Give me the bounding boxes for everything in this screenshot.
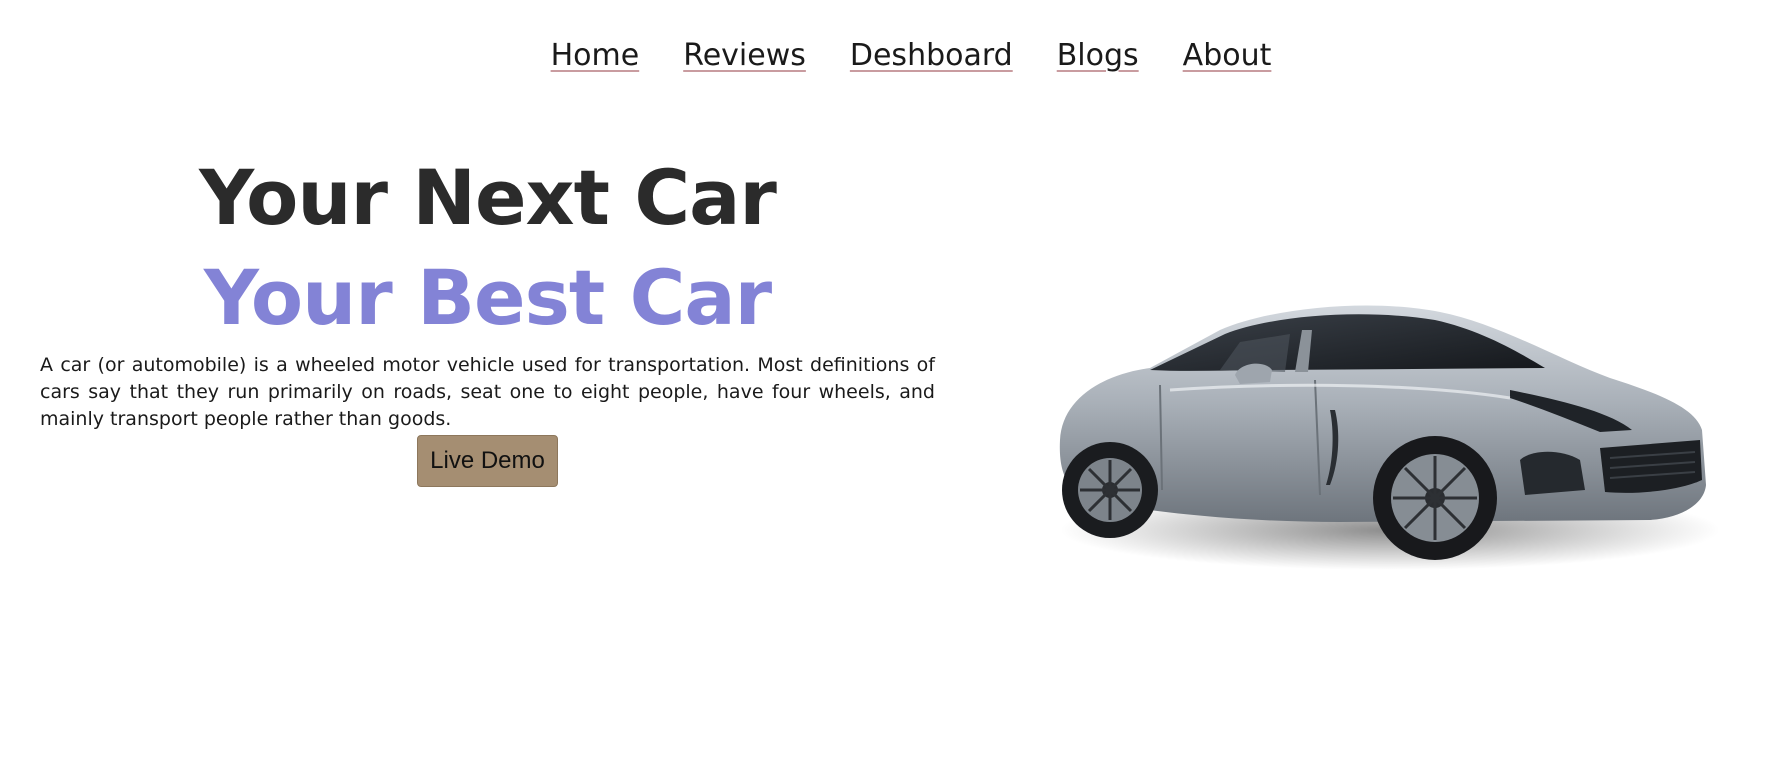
landing-page: Home Reviews Deshboard Blogs About Your … [0, 0, 1781, 772]
car-image [1040, 290, 1720, 580]
live-demo-button[interactable]: Live Demo [417, 435, 558, 487]
nav-link-reviews[interactable]: Reviews [683, 38, 806, 73]
hero-description: A car (or automobile) is a wheeled motor… [40, 354, 935, 430]
car-illustration [1059, 305, 1720, 570]
nav-link-blogs[interactable]: Blogs [1057, 38, 1139, 73]
nav-link-home[interactable]: Home [551, 38, 640, 73]
nav-link-about[interactable]: About [1183, 38, 1272, 73]
button-row: Live Demo [40, 435, 935, 487]
hero-title: Your Next Car [199, 153, 777, 242]
nav-link-deshboard[interactable]: Deshboard [850, 38, 1013, 73]
hero-text-section: Your Next Car Your Best Car A car (or au… [40, 150, 935, 487]
hero-subtitle: Your Best Car [203, 253, 772, 342]
top-navigation: Home Reviews Deshboard Blogs About [0, 38, 1781, 73]
